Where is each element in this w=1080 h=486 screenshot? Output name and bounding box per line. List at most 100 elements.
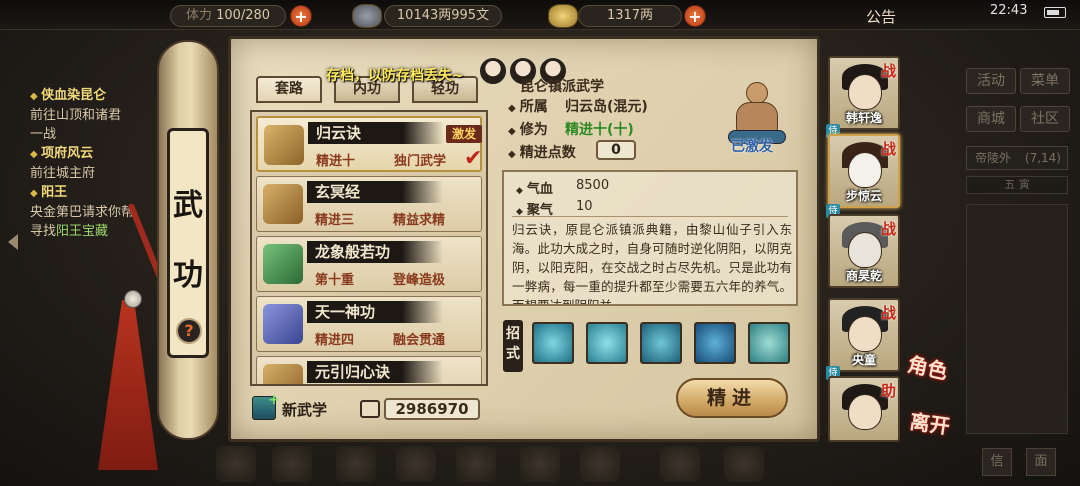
minimap[interactable]: [966, 204, 1068, 434]
location-coords: (7,14): [1024, 151, 1061, 165]
message-button[interactable]: 信: [982, 448, 1012, 476]
skill-level: 第十重: [315, 273, 355, 288]
activated-label: 已激发: [731, 139, 773, 155]
skill-description-box[interactable]: ◆ 气血 8500 ◆ 聚气 10 归云诀，原昆仑派镇派典籍，由黎山仙子引入东海。此…: [502, 170, 798, 306]
skill-name: 玄冥经: [307, 181, 443, 203]
activated-badge: 激发: [446, 125, 482, 143]
training-points-value: 0: [596, 140, 636, 160]
scroll-icon: [263, 364, 303, 384]
add-stamina-button[interactable]: +: [290, 5, 312, 27]
time-of-day: 五 寅: [966, 176, 1068, 194]
dock-icon[interactable]: [272, 446, 312, 482]
skill-row-yuanyin[interactable]: 元引归心诀: [256, 356, 482, 384]
chibi-icon: [480, 58, 506, 84]
stamina-value: 100/280: [216, 8, 271, 23]
dock-icon[interactable]: [216, 446, 256, 482]
hero-face: [848, 152, 882, 188]
dock-icon[interactable]: [660, 446, 700, 482]
scroll-icon: [264, 125, 304, 165]
monk-head: [746, 82, 768, 104]
move-icon-1[interactable]: [532, 322, 574, 364]
hero-card[interactable]: 战 商昊乾: [828, 214, 900, 288]
quest-list: 侠血染昆仑 前往山顶和诸君 一战 项府风云 前往城主府 阳王 央金第巴请求你帮 …: [30, 86, 160, 241]
help-button[interactable]: ?: [176, 318, 202, 344]
hero-name: 步惊云: [845, 189, 882, 203]
tab-routines[interactable]: 套路: [256, 76, 322, 103]
chevron-left-icon[interactable]: [8, 234, 18, 250]
quest-desc: 前往城主府: [30, 166, 96, 181]
affiliation-value: 归云岛(混元): [565, 99, 648, 115]
skill-tag: 精益求精: [393, 213, 446, 228]
quest-title: 阳王: [30, 183, 160, 203]
menu-community[interactable]: 社区: [1020, 106, 1070, 132]
plus-icon: +: [268, 392, 280, 408]
hero-card[interactable]: 战 韩轩逸: [828, 56, 900, 130]
silver-icon: [352, 4, 382, 28]
stat-value: 10: [576, 199, 593, 214]
points-label: 精进点数: [519, 145, 576, 161]
quest-item[interactable]: 侠血染昆仑 前往山顶和诸君 一战: [30, 86, 160, 144]
hero-card[interactable]: 助: [828, 376, 900, 442]
dock-icon[interactable]: [724, 446, 764, 482]
skill-name: 龙象般若功: [307, 241, 443, 263]
skill-points-display: 2986970: [384, 398, 480, 420]
menu-activity[interactable]: 活动: [966, 68, 1016, 94]
silver-display: 10143两995文: [384, 5, 502, 27]
training-row: ◆ 修为 精进十(十): [508, 119, 634, 139]
quest-desc: 央金第巴请求你帮: [30, 205, 135, 220]
move-icon-4[interactable]: [694, 322, 736, 364]
hero-name: 商昊乾: [845, 269, 882, 283]
scroll-icon: [263, 304, 303, 344]
menu-main[interactable]: 菜单: [1020, 68, 1070, 94]
hero-name: 央童: [851, 353, 876, 367]
skill-row-tianyi[interactable]: 天一神功 精进四 融会贯通: [256, 296, 482, 352]
dock-icon[interactable]: [520, 446, 560, 482]
dock-icon[interactable]: [336, 446, 376, 482]
skill-row-longxiang[interactable]: 龙象般若功 第十重 登峰造极: [256, 236, 482, 292]
location-name: 帝陵外: [975, 151, 1012, 165]
character-button[interactable]: 角色: [905, 348, 950, 385]
new-skill-button[interactable]: 新武学: [282, 399, 327, 420]
add-gold-button[interactable]: +: [684, 5, 706, 27]
skill-row-xuanming[interactable]: 玄冥经 精进三 精益求精: [256, 176, 482, 232]
hero-card[interactable]: 战 央童: [828, 298, 900, 372]
skill-name: 天一神功: [307, 301, 443, 323]
training-value: 精进十(十): [565, 122, 634, 138]
skill-tag: 登峰造极: [393, 273, 446, 288]
hero-card[interactable]: 战 步惊云: [828, 134, 900, 208]
divider: [512, 216, 788, 217]
train-button[interactable]: 精进: [676, 378, 788, 418]
top-bar: 体力 100/280 + 10143两995文 1317两 + 公告 22:43: [0, 0, 1080, 30]
dock-icon[interactable]: [580, 446, 620, 482]
stat-value: 8500: [576, 178, 610, 193]
save-reminder-banner: 存档，以防存档丢失~: [326, 68, 464, 84]
skill-description: 归云诀，原昆仑派镇派典籍，由黎山仙子引入东海。此功大成之时，自身可随时逆化阴阳，…: [512, 222, 792, 306]
gold-icon: [548, 4, 578, 28]
menu-shop[interactable]: 商城: [966, 106, 1016, 132]
gold-value: 1317两: [606, 8, 654, 23]
leave-button[interactable]: 离开: [908, 405, 952, 439]
scroll-icon: [263, 184, 303, 224]
move-icon-3[interactable]: [640, 322, 682, 364]
move-icon-5[interactable]: [748, 322, 790, 364]
battle-tag: 战: [880, 62, 896, 80]
quest-title: 项府风云: [30, 144, 160, 164]
game-screen: 体力 100/280 + 10143两995文 1317两 + 公告 22:43…: [0, 0, 1080, 486]
dock-icon[interactable]: [396, 446, 436, 482]
move-icon-2[interactable]: [586, 322, 628, 364]
scroll-icon: [263, 244, 303, 284]
book-icon: [360, 400, 380, 418]
skill-list[interactable]: 归云诀 激发 精进十 独门武学 ✔ 玄冥经 精进三 精益求精 龙象般若功 第十重…: [250, 110, 488, 386]
skill-row-guiyun[interactable]: 归云诀 激发 精进十 独门武学 ✔: [256, 116, 482, 172]
skill-level: 精进三: [315, 213, 355, 228]
battle-tag: 战: [880, 220, 896, 238]
battle-tag: 战: [880, 140, 896, 158]
face-button[interactable]: 面: [1026, 448, 1056, 476]
dock-icon[interactable]: [456, 446, 496, 482]
stat-label: 气血: [526, 182, 553, 197]
quest-item[interactable]: 项府风云 前往城主府: [30, 144, 160, 183]
hero-face: [848, 394, 882, 430]
announcement-button[interactable]: 公告: [866, 6, 896, 27]
panel-title-char: 功: [173, 258, 203, 293]
hero-face: [848, 74, 882, 110]
